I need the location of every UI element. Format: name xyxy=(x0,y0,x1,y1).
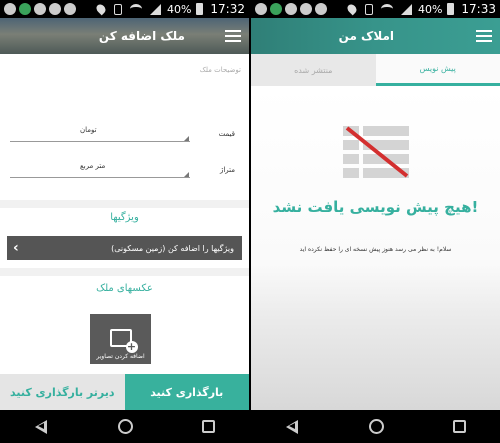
area-input[interactable] xyxy=(10,177,190,178)
status-bar: 40% 17:33 xyxy=(251,0,500,18)
empty-state: هیچ پیش نویسی یافت نشد! سلام! به نظر می … xyxy=(251,86,500,410)
action-buttons: دیرتر بارگذاری کنید بارگذاری کنید xyxy=(0,374,249,410)
location-icon xyxy=(345,2,359,16)
menu-icon[interactable] xyxy=(225,30,241,42)
wifi-icon xyxy=(129,4,142,14)
home-icon[interactable] xyxy=(117,419,133,434)
battery-percent: 40% xyxy=(166,2,192,16)
notification-icon xyxy=(255,3,267,15)
back-icon[interactable] xyxy=(34,419,49,434)
navigation-bar xyxy=(251,410,500,443)
app-bar: ملک اضافه کن xyxy=(0,18,249,54)
page-title: املاک من xyxy=(338,29,394,43)
save-draft-button[interactable]: دیرتر بارگذاری کنید xyxy=(0,374,125,410)
upload-button[interactable]: بارگذاری کنید xyxy=(124,374,249,410)
empty-list-icon xyxy=(343,126,409,178)
area-unit-dropdown-icon xyxy=(184,172,189,177)
battery-icon xyxy=(447,3,455,15)
signal-icon xyxy=(149,3,161,15)
app-bar: املاک من xyxy=(251,18,500,54)
chevron-left-icon: ‹ xyxy=(13,240,19,256)
status-bar: 40% 17:32 xyxy=(0,0,249,18)
wifi-icon xyxy=(380,4,393,14)
notification-icon xyxy=(300,3,312,15)
price-label: قیمت xyxy=(218,130,235,138)
add-image-icon xyxy=(109,329,138,353)
price-unit[interactable]: تومان xyxy=(80,126,97,134)
notification-icon xyxy=(285,3,297,15)
features-title: ویژگیها xyxy=(110,212,139,223)
tab-published[interactable]: منتشر شده xyxy=(251,54,376,86)
notification-icon xyxy=(4,3,16,15)
notification-icon xyxy=(49,3,61,15)
price-input[interactable] xyxy=(10,141,190,142)
menu-icon[interactable] xyxy=(476,30,492,42)
battery-icon xyxy=(196,3,204,15)
recent-apps-icon[interactable] xyxy=(201,420,215,433)
check-icon xyxy=(19,3,31,15)
area-label: متراژ xyxy=(219,166,235,174)
empty-message: سلام! به نظر می رسد هنوز پیش نسخه ای را … xyxy=(299,246,452,253)
property-form: توضیحات ملک قیمت تومان متراژ متر مربع وی… xyxy=(0,54,249,374)
page-title: ملک اضافه کن xyxy=(98,29,185,43)
navigation-bar xyxy=(0,410,249,443)
vibrate-icon xyxy=(113,3,122,15)
tab-bar: منتشر شده پیش نویس xyxy=(251,54,500,86)
my-properties-screen: 40% 17:33 املاک من منتشر شده پیش نویس هی… xyxy=(251,0,500,443)
notification-icon xyxy=(315,3,327,15)
price-unit-dropdown-icon xyxy=(184,136,189,141)
add-features-button[interactable]: ‹ ویژگیها را اضافه کن (زمین مسکونی) xyxy=(7,236,242,260)
check-icon xyxy=(270,3,282,15)
back-icon[interactable] xyxy=(285,419,300,434)
battery-percent: 40% xyxy=(417,2,443,16)
empty-title: هیچ پیش نویسی یافت نشد! xyxy=(272,198,479,216)
location-icon xyxy=(94,2,108,16)
photos-title: عکسهای ملک xyxy=(96,283,153,294)
add-property-screen: 40% 17:32 ملک اضافه کن توضیحات ملک قیمت … xyxy=(0,0,249,443)
tab-drafts[interactable]: پیش نویس xyxy=(375,54,500,86)
clock: 17:32 xyxy=(210,2,245,16)
notification-icon xyxy=(34,3,46,15)
add-images-button[interactable]: اضافه کردن تصاویر xyxy=(90,314,151,364)
vibrate-icon xyxy=(364,3,373,15)
home-icon[interactable] xyxy=(368,419,384,434)
clock: 17:33 xyxy=(461,2,496,16)
notification-icon xyxy=(64,3,76,15)
description-field[interactable]: توضیحات ملک xyxy=(200,66,241,74)
signal-icon xyxy=(400,3,412,15)
area-unit[interactable]: متر مربع xyxy=(80,162,105,170)
recent-apps-icon[interactable] xyxy=(452,420,466,433)
